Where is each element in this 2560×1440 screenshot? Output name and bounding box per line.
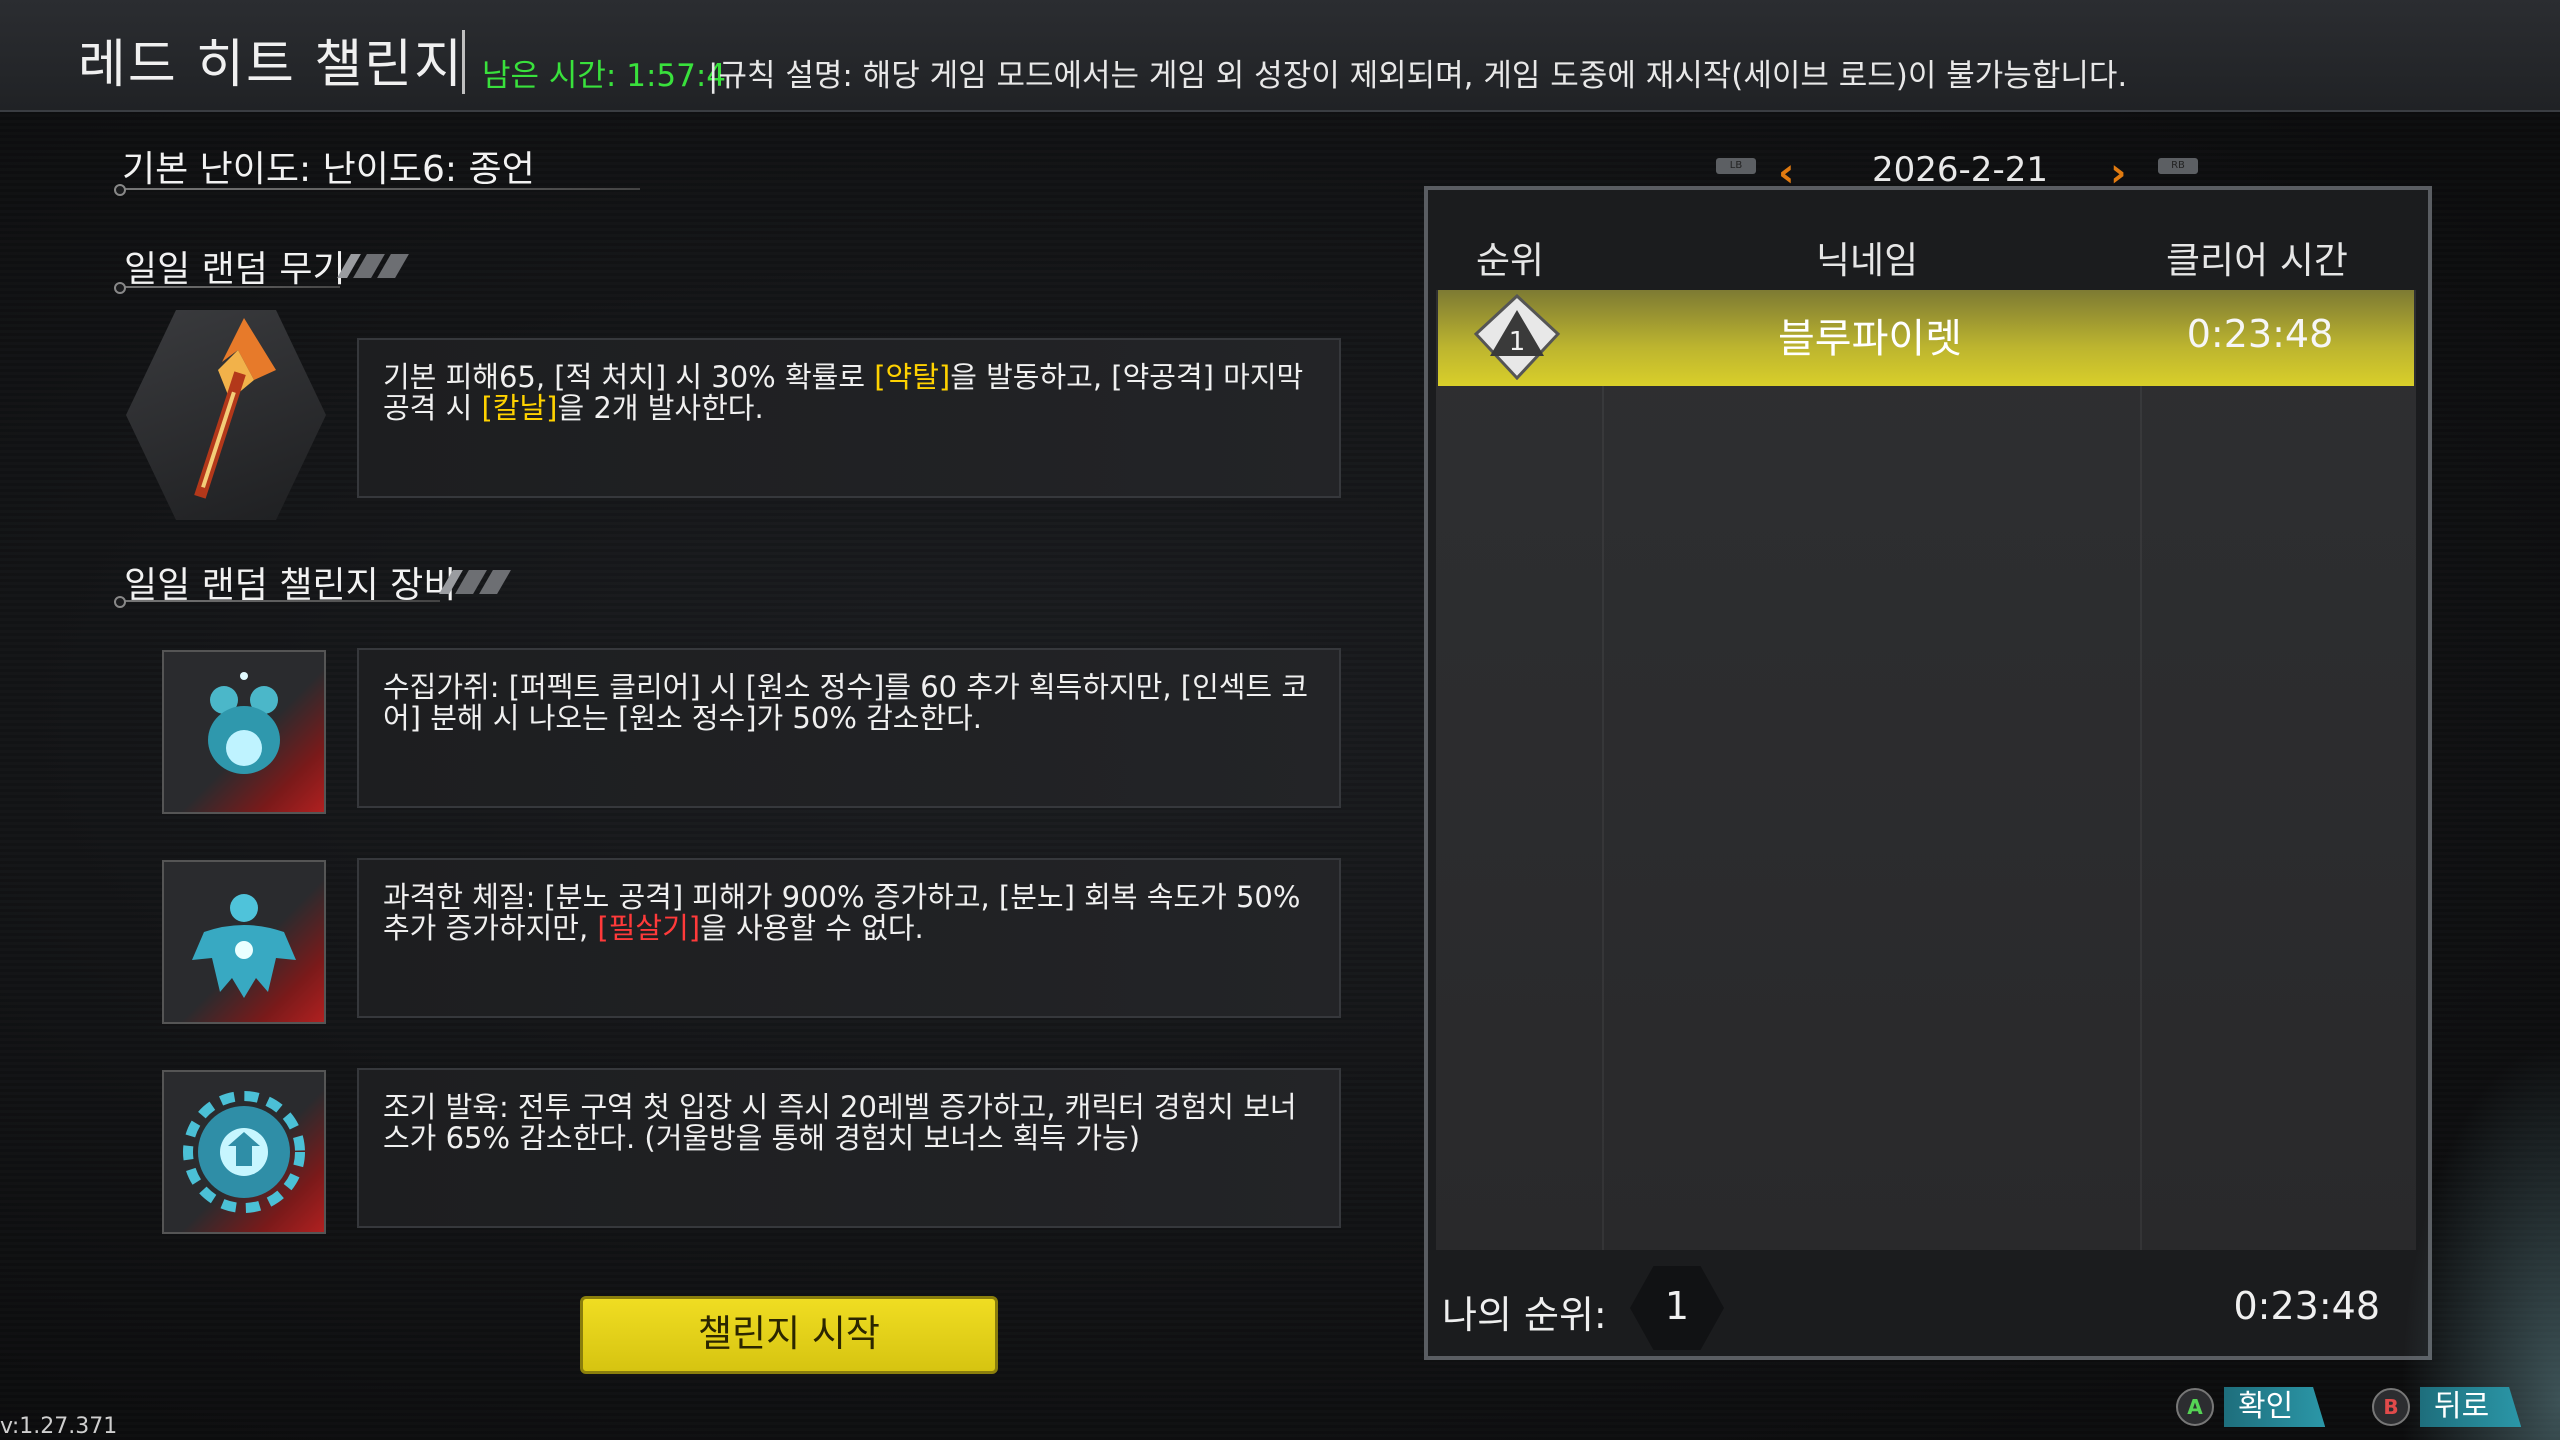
confirm-hint-label: 확인 <box>2224 1387 2326 1427</box>
equipment-description-2: 과격한 체질: [분노 공격] 피해가 900% 증가하고, [분노] 회복 속… <box>357 858 1341 1018</box>
weapon-section-underline <box>114 282 340 294</box>
difficulty-label: 기본 난이도: 난이도6: 종언 <box>122 149 535 190</box>
leaderboard-nickname: 블루파이렛 <box>1778 316 1962 362</box>
leaderboard-date: 2026-2-21 <box>1872 150 2048 190</box>
column-header-rank: 순위 <box>1476 239 1545 282</box>
my-rank-value: 1 <box>1664 1284 1690 1328</box>
difficulty-underline <box>114 184 640 196</box>
axe-weapon-icon <box>194 318 276 499</box>
section-tag-decoration <box>337 254 409 278</box>
leaderboard-clear-time: 0:23:48 <box>2186 312 2334 356</box>
title-separator <box>462 30 465 94</box>
b-button-icon: B <box>2372 1388 2410 1426</box>
top-bar: 레드 히트 챌린지 남은 시간: 1:57:4 |규칙 설명: 해당 게임 모드… <box>0 0 2560 112</box>
confirm-hint[interactable]: A 확인 <box>2176 1384 2326 1430</box>
back-hint[interactable]: B 뒤로 <box>2372 1384 2522 1430</box>
muscle-figure-icon <box>192 894 296 998</box>
equipment-icon-frame <box>162 1070 326 1234</box>
equipment-description-3: 조기 발육: 전투 구역 첫 입장 시 즉시 20레벨 증가하고, 캐릭터 경험… <box>357 1068 1341 1228</box>
weapon-icon-frame <box>126 310 326 520</box>
equipment-icon-frame <box>162 860 326 1024</box>
treasure-mouse-icon <box>208 672 280 774</box>
rank-badge-icon: 1 <box>1472 293 1562 381</box>
section-tag-decoration <box>439 570 511 594</box>
back-hint-label: 뒤로 <box>2420 1387 2522 1427</box>
my-clear-time: 0:23:48 <box>2233 1284 2381 1328</box>
page-title: 레드 히트 챌린지 <box>78 35 464 95</box>
my-rank-label: 나의 순위: <box>1442 1293 1607 1337</box>
rb-button-icon[interactable]: RB <box>2158 158 2198 174</box>
equipment-icon-frame <box>162 650 326 814</box>
gear-growth-icon <box>183 1091 305 1213</box>
version-label: v:1.27.371 <box>0 1414 118 1439</box>
remaining-time: 남은 시간: 1:57:4 <box>482 58 727 94</box>
rules-description: |규칙 설명: 해당 게임 모드에서는 게임 외 성장이 제외되며, 게임 도중… <box>708 58 2128 94</box>
column-header-clear-time: 클리어 시간 <box>2166 239 2348 282</box>
lb-button-icon[interactable]: LB <box>1716 158 1756 174</box>
equipment-description-1: 수집가쥐: [퍼펙트 클리어] 시 [원소 정수]를 60 추가 획득하지만, … <box>357 648 1341 808</box>
leaderboard-list[interactable] <box>1436 290 2416 1250</box>
challenge-start-button[interactable]: 챌린지 시작 <box>580 1296 998 1374</box>
weapon-description: 기본 피해65, [적 처치] 시 30% 확률로 [약탈]을 발동하고, [약… <box>357 338 1341 498</box>
column-header-nickname: 닉네임 <box>1816 239 1919 282</box>
equipment-section-underline <box>114 596 440 608</box>
weapon-section-title: 일일 랜덤 무기 <box>124 249 346 290</box>
corner-glow <box>2400 1040 2560 1440</box>
rank-number: 1 <box>1509 327 1526 357</box>
a-button-icon: A <box>2176 1388 2214 1426</box>
